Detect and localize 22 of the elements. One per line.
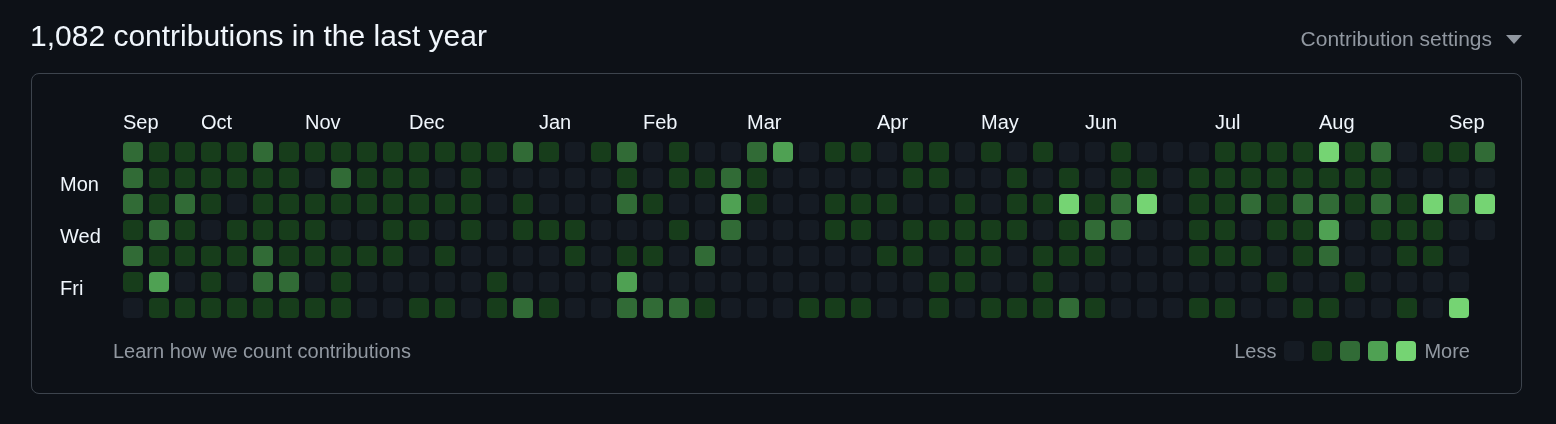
month-label: Sep — [123, 112, 159, 132]
learn-link[interactable]: Learn how we count contributions — [113, 336, 411, 366]
legend-label: Less — [1234, 339, 1277, 364]
month-label: Nov — [305, 112, 341, 132]
month-label: Oct — [201, 112, 233, 132]
month-label: Aug — [1319, 112, 1355, 132]
legend-label: More — [1424, 339, 1470, 364]
month-label: Sep — [1449, 112, 1485, 132]
month-label: Feb — [643, 112, 678, 132]
month-label: Jan — [539, 112, 572, 132]
month-label: Mar — [747, 112, 782, 132]
weekday-label: Wed — [60, 226, 101, 246]
month-label: Jul — [1215, 112, 1241, 132]
month-label: Dec — [409, 112, 445, 132]
month-label: Apr — [877, 112, 909, 132]
month-label: May — [981, 112, 1019, 132]
month-label: Jun — [1085, 112, 1118, 132]
weekday-label: Mon — [60, 174, 99, 194]
caret-icon — [1506, 34, 1522, 44]
contribution-settings-menu[interactable]: Contribution settings — [1300, 17, 1522, 55]
weekday-label: Fri — [60, 278, 84, 298]
contributions-heading: 1,082 contributions in the last year — [30, 21, 487, 51]
